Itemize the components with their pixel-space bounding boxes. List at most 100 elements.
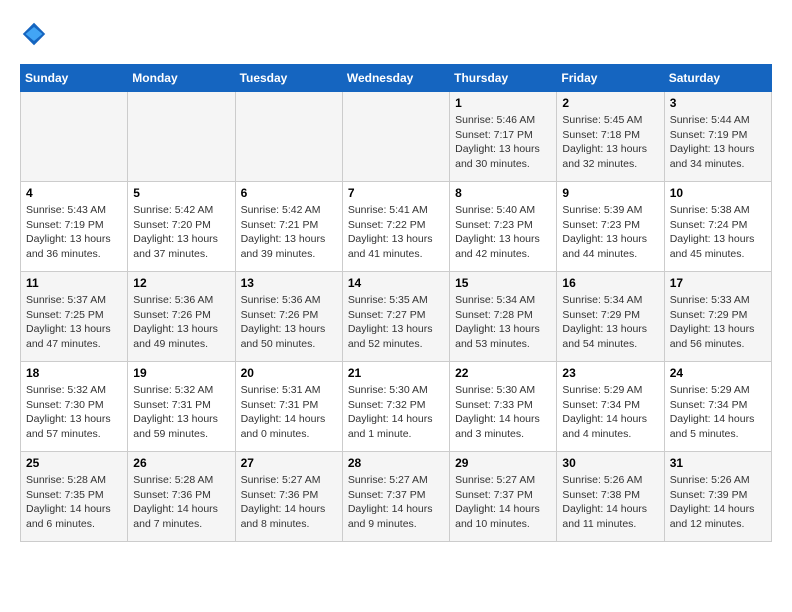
day-number: 13 xyxy=(241,276,337,290)
calendar-cell: 13 Sunrise: 5:36 AM Sunset: 7:26 PM Dayli… xyxy=(235,272,342,362)
day-number: 11 xyxy=(26,276,122,290)
day-number: 9 xyxy=(562,186,658,200)
day-info: Sunrise: 5:28 AM Sunset: 7:35 PM Dayligh… xyxy=(26,473,122,532)
calendar-cell: 9 Sunrise: 5:39 AM Sunset: 7:23 PM Daylig… xyxy=(557,182,664,272)
day-info: Sunrise: 5:37 AM Sunset: 7:25 PM Dayligh… xyxy=(26,293,122,352)
day-number: 23 xyxy=(562,366,658,380)
week-row-1: 1 Sunrise: 5:46 AM Sunset: 7:17 PM Daylig… xyxy=(21,92,772,182)
page-header xyxy=(20,20,772,48)
calendar-cell xyxy=(235,92,342,182)
calendar-cell: 29 Sunrise: 5:27 AM Sunset: 7:37 PM Dayli… xyxy=(450,452,557,542)
day-info: Sunrise: 5:46 AM Sunset: 7:17 PM Dayligh… xyxy=(455,113,551,172)
calendar-cell: 19 Sunrise: 5:32 AM Sunset: 7:31 PM Dayli… xyxy=(128,362,235,452)
day-number: 18 xyxy=(26,366,122,380)
day-number: 30 xyxy=(562,456,658,470)
day-info: Sunrise: 5:42 AM Sunset: 7:20 PM Dayligh… xyxy=(133,203,229,262)
day-number: 28 xyxy=(348,456,444,470)
calendar-cell: 15 Sunrise: 5:34 AM Sunset: 7:28 PM Dayli… xyxy=(450,272,557,362)
day-info: Sunrise: 5:40 AM Sunset: 7:23 PM Dayligh… xyxy=(455,203,551,262)
day-info: Sunrise: 5:39 AM Sunset: 7:23 PM Dayligh… xyxy=(562,203,658,262)
weekday-header-tuesday: Tuesday xyxy=(235,65,342,92)
calendar-cell: 18 Sunrise: 5:32 AM Sunset: 7:30 PM Dayli… xyxy=(21,362,128,452)
calendar-cell: 6Sunrise: 5:42 AM Sunset: 7:21 PM Daylig… xyxy=(235,182,342,272)
calendar-cell: 23 Sunrise: 5:29 AM Sunset: 7:34 PM Dayli… xyxy=(557,362,664,452)
day-number: 22 xyxy=(455,366,551,380)
calendar-cell: 20Sunrise: 5:31 AM Sunset: 7:31 PM Dayli… xyxy=(235,362,342,452)
day-info: Sunrise: 5:27 AM Sunset: 7:37 PM Dayligh… xyxy=(348,473,444,532)
weekday-header-monday: Monday xyxy=(128,65,235,92)
day-info: Sunrise: 5:32 AM Sunset: 7:31 PM Dayligh… xyxy=(133,383,229,442)
day-info: Sunrise: 5:34 AM Sunset: 7:28 PM Dayligh… xyxy=(455,293,551,352)
calendar-cell: 28 Sunrise: 5:27 AM Sunset: 7:37 PM Dayli… xyxy=(342,452,449,542)
calendar-cell: 17Sunrise: 5:33 AM Sunset: 7:29 PM Dayli… xyxy=(664,272,771,362)
calendar-cell: 10Sunrise: 5:38 AM Sunset: 7:24 PM Dayli… xyxy=(664,182,771,272)
day-number: 12 xyxy=(133,276,229,290)
weekday-header-friday: Friday xyxy=(557,65,664,92)
calendar-cell: 30 Sunrise: 5:26 AM Sunset: 7:38 PM Dayli… xyxy=(557,452,664,542)
day-number: 8 xyxy=(455,186,551,200)
day-number: 21 xyxy=(348,366,444,380)
day-info: Sunrise: 5:38 AM Sunset: 7:24 PM Dayligh… xyxy=(670,203,766,262)
day-number: 25 xyxy=(26,456,122,470)
week-row-3: 11 Sunrise: 5:37 AM Sunset: 7:25 PM Dayli… xyxy=(21,272,772,362)
day-info: Sunrise: 5:27 AM Sunset: 7:37 PM Dayligh… xyxy=(455,473,551,532)
day-info: Sunrise: 5:28 AM Sunset: 7:36 PM Dayligh… xyxy=(133,473,229,532)
calendar-table: SundayMondayTuesdayWednesdayThursdayFrid… xyxy=(20,64,772,542)
day-info: Sunrise: 5:26 AM Sunset: 7:39 PM Dayligh… xyxy=(670,473,766,532)
calendar-cell xyxy=(342,92,449,182)
day-number: 17 xyxy=(670,276,766,290)
calendar-cell xyxy=(21,92,128,182)
calendar-cell: 8 Sunrise: 5:40 AM Sunset: 7:23 PM Daylig… xyxy=(450,182,557,272)
day-number: 24 xyxy=(670,366,766,380)
day-info: Sunrise: 5:36 AM Sunset: 7:26 PM Dayligh… xyxy=(241,293,337,352)
calendar-cell: 22 Sunrise: 5:30 AM Sunset: 7:33 PM Dayli… xyxy=(450,362,557,452)
weekday-header-thursday: Thursday xyxy=(450,65,557,92)
weekday-header-wednesday: Wednesday xyxy=(342,65,449,92)
day-info: Sunrise: 5:26 AM Sunset: 7:38 PM Dayligh… xyxy=(562,473,658,532)
day-number: 15 xyxy=(455,276,551,290)
day-number: 14 xyxy=(348,276,444,290)
weekday-header-sunday: Sunday xyxy=(21,65,128,92)
week-row-2: 4 Sunrise: 5:43 AM Sunset: 7:19 PM Daylig… xyxy=(21,182,772,272)
calendar-cell: 31Sunrise: 5:26 AM Sunset: 7:39 PM Dayli… xyxy=(664,452,771,542)
day-info: Sunrise: 5:29 AM Sunset: 7:34 PM Dayligh… xyxy=(562,383,658,442)
day-number: 20 xyxy=(241,366,337,380)
day-info: Sunrise: 5:44 AM Sunset: 7:19 PM Dayligh… xyxy=(670,113,766,172)
calendar-cell: 24Sunrise: 5:29 AM Sunset: 7:34 PM Dayli… xyxy=(664,362,771,452)
day-number: 3 xyxy=(670,96,766,110)
day-number: 19 xyxy=(133,366,229,380)
calendar-cell: 5 Sunrise: 5:42 AM Sunset: 7:20 PM Daylig… xyxy=(128,182,235,272)
calendar-cell: 7 Sunrise: 5:41 AM Sunset: 7:22 PM Daylig… xyxy=(342,182,449,272)
day-number: 5 xyxy=(133,186,229,200)
calendar-cell: 27Sunrise: 5:27 AM Sunset: 7:36 PM Dayli… xyxy=(235,452,342,542)
day-number: 16 xyxy=(562,276,658,290)
day-info: Sunrise: 5:41 AM Sunset: 7:22 PM Dayligh… xyxy=(348,203,444,262)
day-number: 29 xyxy=(455,456,551,470)
calendar-cell: 11 Sunrise: 5:37 AM Sunset: 7:25 PM Dayli… xyxy=(21,272,128,362)
day-number: 27 xyxy=(241,456,337,470)
day-info: Sunrise: 5:30 AM Sunset: 7:33 PM Dayligh… xyxy=(455,383,551,442)
calendar-cell: 25 Sunrise: 5:28 AM Sunset: 7:35 PM Dayli… xyxy=(21,452,128,542)
calendar-cell: 12 Sunrise: 5:36 AM Sunset: 7:26 PM Dayli… xyxy=(128,272,235,362)
day-info: Sunrise: 5:45 AM Sunset: 7:18 PM Dayligh… xyxy=(562,113,658,172)
day-number: 7 xyxy=(348,186,444,200)
week-row-4: 18 Sunrise: 5:32 AM Sunset: 7:30 PM Dayli… xyxy=(21,362,772,452)
calendar-cell: 1 Sunrise: 5:46 AM Sunset: 7:17 PM Daylig… xyxy=(450,92,557,182)
day-number: 2 xyxy=(562,96,658,110)
calendar-cell: 26Sunrise: 5:28 AM Sunset: 7:36 PM Dayli… xyxy=(128,452,235,542)
calendar-cell: 2 Sunrise: 5:45 AM Sunset: 7:18 PM Daylig… xyxy=(557,92,664,182)
day-info: Sunrise: 5:30 AM Sunset: 7:32 PM Dayligh… xyxy=(348,383,444,442)
day-number: 1 xyxy=(455,96,551,110)
calendar-cell: 14 Sunrise: 5:35 AM Sunset: 7:27 PM Dayli… xyxy=(342,272,449,362)
day-number: 4 xyxy=(26,186,122,200)
day-info: Sunrise: 5:32 AM Sunset: 7:30 PM Dayligh… xyxy=(26,383,122,442)
day-info: Sunrise: 5:35 AM Sunset: 7:27 PM Dayligh… xyxy=(348,293,444,352)
logo-icon xyxy=(20,20,48,48)
weekday-header-row: SundayMondayTuesdayWednesdayThursdayFrid… xyxy=(21,65,772,92)
day-info: Sunrise: 5:34 AM Sunset: 7:29 PM Dayligh… xyxy=(562,293,658,352)
calendar-cell: 21 Sunrise: 5:30 AM Sunset: 7:32 PM Dayli… xyxy=(342,362,449,452)
day-info: Sunrise: 5:36 AM Sunset: 7:26 PM Dayligh… xyxy=(133,293,229,352)
day-info: Sunrise: 5:43 AM Sunset: 7:19 PM Dayligh… xyxy=(26,203,122,262)
calendar-cell: 16 Sunrise: 5:34 AM Sunset: 7:29 PM Dayli… xyxy=(557,272,664,362)
calendar-cell: 4 Sunrise: 5:43 AM Sunset: 7:19 PM Daylig… xyxy=(21,182,128,272)
